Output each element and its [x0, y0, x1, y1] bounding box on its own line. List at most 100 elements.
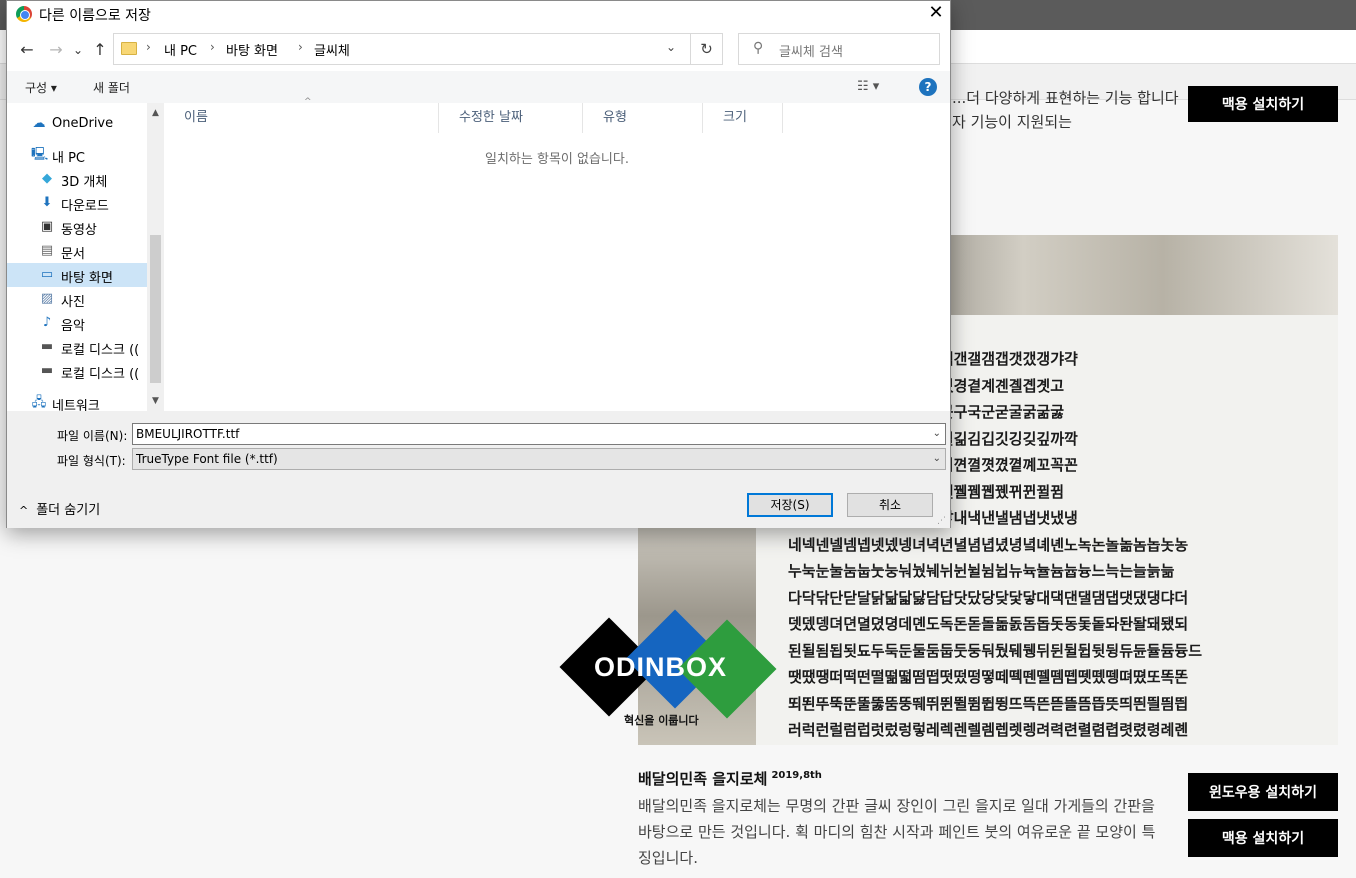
filename-value: BMEULJIROTTF.ttf	[136, 427, 240, 441]
cancel-button[interactable]: 취소	[847, 493, 933, 517]
column-header-size[interactable]: 크기	[703, 103, 783, 133]
organize-button[interactable]: 구성 ▾	[25, 79, 57, 96]
sidebar-item-pictures[interactable]: ▨ 사진	[7, 287, 147, 311]
up-arrow-icon[interactable]: ↑	[89, 39, 111, 61]
logo-subtext: 혁신을 이룹니다	[624, 714, 699, 727]
column-header-date-modified[interactable]: 수정한 날짜	[439, 103, 583, 133]
sidebar-item-desktop[interactable]: ▭ 바탕 화면	[7, 263, 147, 287]
dialog-titlebar[interactable]: 다른 이름으로 저장 ✕	[7, 1, 950, 31]
sidebar-item-3d-objects[interactable]: ◆ 3D 개체	[7, 167, 147, 191]
hide-folders-toggle[interactable]: ^ 폴더 숨기기	[19, 499, 100, 518]
logo-text: ODINBOX	[594, 652, 728, 682]
search-icon: ⚲	[753, 40, 764, 56]
partial-line-1: ...더 다양하게 표현하는 기능 합니다	[952, 89, 1179, 107]
sidebar-scrollbar[interactable]: ▲ ▼	[147, 103, 164, 411]
glyph-row: 네넥넨넬넴넵넷넸넹녀녁년녈념녑녔녕녘녜녠노녹논놀놂놈놉놋농	[788, 535, 1189, 554]
search-placeholder: 글씨체 검색	[779, 45, 843, 60]
refresh-icon[interactable]: ↻	[691, 33, 723, 65]
scroll-up-arrow-icon[interactable]: ▲	[147, 105, 164, 121]
sidebar-item-label: 사진	[61, 295, 85, 310]
breadcrumb-separator: ›	[146, 40, 151, 54]
back-arrow-icon[interactable]: ←	[16, 39, 38, 61]
search-input[interactable]: ⚲ 글씨체 검색	[738, 33, 940, 65]
partial-line-2: 자 기능이 지원되는	[952, 113, 1072, 131]
picture-icon: ▨	[40, 291, 54, 306]
save-options-panel: 파일 이름(N): BMEULJIROTTF.ttf ⌄ 파일 형식(T): T…	[7, 411, 950, 528]
collapse-chevron-icon: ^	[19, 504, 29, 517]
chrome-icon	[16, 6, 32, 22]
cloud-icon: ☁	[32, 116, 46, 131]
sidebar-item-label: 문서	[61, 247, 85, 262]
scrollbar-thumb[interactable]	[150, 235, 161, 383]
network-icon: 🖧	[31, 395, 47, 410]
glyph-row: 다닥닦단닫달닭닮닯닳담답닷닸당닺닻닿대댁댄댈댐댑댓댔댕댜더	[788, 588, 1189, 607]
sidebar-item-label: 네트워크	[52, 399, 100, 411]
sidebar-item-this-pc[interactable]: 🖳 내 PC	[7, 143, 147, 167]
filetype-label: 파일 형식(T):	[57, 454, 126, 468]
glyph-row: 땟땠땡떠떡떤떨떪떫떰떱떳떴떵떻떼떽뗀뗄뗌뗍뗏뗐뗑뗘뗬또똑똔	[788, 668, 1189, 686]
sidebar-item-local-disk-c[interactable]: ▬ 로컬 디스크 ((	[7, 335, 147, 359]
music-note-icon: ♪	[42, 315, 52, 330]
partial-description-text: ...더 다양하게 표현하는 기능 합니다 자 기능이 지원되는	[952, 86, 1179, 134]
glyph-row: 된될됨됩됫됴두둑둔둘둠둡둣둥둬뒀뒈뒝뒤뒨뒬뒵뒷뒹듀듄듈듐듕드	[788, 641, 1203, 660]
sidebar-item-network[interactable]: 🖧 네트워크	[7, 391, 147, 411]
filetype-select[interactable]: TrueType Font file (*.ttf) ⌄	[132, 448, 946, 470]
sidebar-item-label: 3D 개체	[61, 175, 108, 190]
sidebar-item-local-disk-d[interactable]: ▬ 로컬 디스크 ((	[7, 359, 147, 383]
column-header-type[interactable]: 유형	[583, 103, 703, 133]
glyph-row: 뎃뎄뎅뎌뎐뎔뎠뎡데뎬도독돈돋돌돎돐돔돕돗동돛돝돠돤돨돼됐되	[788, 615, 1189, 633]
glyph-row: 뙤뙨뚜뚝뚠뚤뚫뚬뚱뛔뛰뛴뛸뜀뜁뜅뜨뜩뜬뜯뜰뜸뜹뜻띄띈띌띔띕	[788, 694, 1189, 713]
column-header-name[interactable]: 이름	[164, 103, 439, 133]
file-list: ^ 이름 수정한 날짜 유형 크기 일치하는 항목이 없습니다.	[164, 97, 950, 411]
document-icon: ▤	[40, 243, 54, 258]
sidebar-item-label: 바탕 화면	[61, 271, 113, 286]
glyph-row: 러럭런럴럼럽럿렀렁렇레렉렌렐렘렙렛렝려력련렬렴렵렷렸령례롄	[788, 721, 1189, 739]
font-description: 배달의민족 을지로체는 무명의 간판 글씨 장인이 그린 을지로 일대 가게들의…	[638, 797, 1156, 867]
view-options-icon[interactable]: ☷ ▾	[857, 79, 879, 94]
filename-label: 파일 이름(N):	[57, 429, 128, 443]
desktop-icon: ▭	[40, 267, 54, 282]
folder-icon	[121, 42, 137, 55]
cube-icon: ◆	[42, 171, 52, 186]
hide-folders-label: 폴더 숨기기	[36, 503, 101, 518]
sidebar-item-label: 음악	[61, 319, 85, 334]
filename-history-chevron-icon[interactable]: ⌄	[933, 424, 941, 444]
font-title-text: 배달의민족 을지로체	[638, 770, 768, 788]
filename-field[interactable]: BMEULJIROTTF.ttf ⌄	[132, 423, 946, 445]
sidebar-item-videos[interactable]: ▣ 동영상	[7, 215, 147, 239]
mac-install-button-top[interactable]: 맥용 설치하기	[1188, 86, 1338, 122]
sidebar-item-downloads[interactable]: ⬇ 다운로드	[7, 191, 147, 215]
breadcrumb-desktop[interactable]: 바탕 화면	[226, 40, 278, 59]
sidebar-item-label: 다운로드	[61, 199, 109, 214]
sidebar-item-music[interactable]: ♪ 음악	[7, 311, 147, 335]
font-date: 2019,8th	[771, 770, 822, 781]
save-button[interactable]: 저장(S)	[747, 493, 833, 517]
sidebar-item-label: OneDrive	[52, 116, 114, 131]
windows-install-button[interactable]: 윈도우용 설치하기	[1188, 773, 1338, 811]
empty-folder-message: 일치하는 항목이 없습니다.	[485, 152, 629, 167]
filetype-chevron-icon[interactable]: ⌄	[933, 449, 941, 469]
sidebar-item-onedrive[interactable]: ☁ OneDrive	[7, 112, 147, 136]
close-button[interactable]: ✕	[921, 1, 951, 27]
breadcrumb-fonts-folder[interactable]: 글씨체	[314, 40, 350, 59]
sidebar-item-documents[interactable]: ▤ 문서	[7, 239, 147, 263]
breadcrumb-separator: ›	[298, 40, 303, 54]
new-folder-button[interactable]: 새 폴더	[93, 79, 130, 96]
sidebar-item-label: 로컬 디스크 ((	[61, 367, 140, 382]
address-history-chevron-icon[interactable]: ⌄	[666, 40, 676, 54]
scroll-down-arrow-icon[interactable]: ▼	[147, 393, 164, 409]
drive-icon: ▬	[40, 339, 54, 354]
command-toolbar: 구성 ▾ 새 폴더 ☷ ▾ ?	[7, 71, 950, 103]
mac-install-button[interactable]: 맥용 설치하기	[1188, 819, 1338, 857]
help-icon[interactable]: ?	[919, 78, 937, 96]
forward-arrow-icon[interactable]: →	[45, 39, 67, 61]
address-bar[interactable]: › 내 PC › 바탕 화면 › 글씨체 ⌄	[113, 33, 691, 65]
filetype-value: TrueType Font file (*.ttf)	[136, 452, 278, 466]
recent-locations-chevron-icon[interactable]: ⌄	[67, 39, 89, 61]
resize-grip-icon[interactable]: ⋰	[937, 516, 946, 526]
computer-icon: 🖳	[31, 147, 49, 162]
sidebar-item-label: 동영상	[61, 223, 97, 238]
breadcrumb-this-pc[interactable]: 내 PC	[164, 40, 197, 59]
sidebar-item-label: 로컬 디스크 ((	[61, 343, 140, 358]
sidebar-item-label: 내 PC	[52, 151, 86, 166]
